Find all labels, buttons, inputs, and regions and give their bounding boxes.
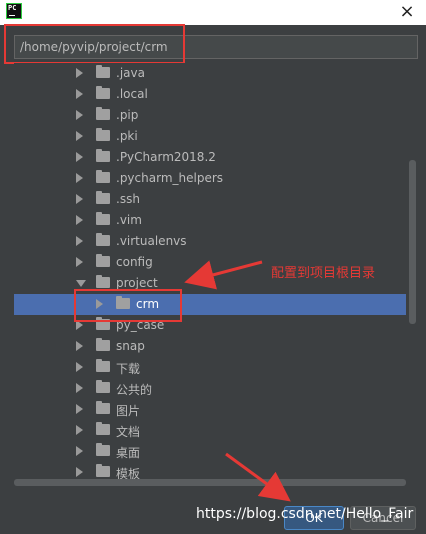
tree-item-label: .PyCharm2018.2 <box>116 150 216 164</box>
folder-icon <box>96 212 110 225</box>
tree-item[interactable]: 下载 <box>14 357 406 378</box>
chevron-right-icon[interactable] <box>76 131 83 141</box>
tree-item[interactable]: .pycharm_helpers <box>14 168 406 189</box>
folder-icon <box>96 380 110 393</box>
tree-item[interactable]: .local <box>14 84 406 105</box>
tree-item-label: .pycharm_helpers <box>116 171 224 185</box>
tree-item-label: .java <box>116 66 145 80</box>
chevron-right-icon[interactable] <box>76 362 83 372</box>
folder-icon <box>96 422 110 435</box>
tree-item-label: snap <box>116 339 145 353</box>
tree-item-label: project <box>116 276 158 290</box>
folder-icon <box>96 86 110 99</box>
chevron-down-icon[interactable] <box>76 280 86 287</box>
tree-item-label: crm <box>136 297 160 311</box>
chevron-right-icon[interactable] <box>76 320 83 330</box>
tree-item-label: py_case <box>116 318 165 332</box>
tree-item-label: 图片 <box>116 404 141 418</box>
chevron-right-icon[interactable] <box>76 236 83 246</box>
chevron-right-icon[interactable] <box>76 152 83 162</box>
annotation-text: 配置到项目根目录 <box>271 266 376 281</box>
folder-icon <box>96 149 110 162</box>
chevron-right-icon[interactable] <box>76 194 83 204</box>
chevron-right-icon[interactable] <box>76 257 83 267</box>
tree-item-label: config <box>116 255 153 269</box>
vertical-scrollbar[interactable] <box>409 160 416 324</box>
tree-item[interactable]: .pip <box>14 105 406 126</box>
tree-item[interactable]: .java <box>14 63 406 84</box>
chevron-right-icon[interactable] <box>96 299 103 309</box>
tree-item-label: .pki <box>116 129 138 143</box>
folder-icon <box>96 254 110 267</box>
path-field[interactable] <box>14 35 418 59</box>
tree-item-label: .pip <box>116 108 139 122</box>
folder-icon <box>96 233 110 246</box>
chevron-right-icon[interactable] <box>76 68 83 78</box>
folder-icon <box>96 317 110 330</box>
cancel-button[interactable]: Cancel <box>350 506 416 530</box>
horizontal-scrollbar[interactable] <box>14 479 406 486</box>
tree-item[interactable]: 文档 <box>14 420 406 441</box>
folder-icon <box>96 65 110 78</box>
tree-item[interactable]: 图片 <box>14 399 406 420</box>
path-input[interactable] <box>15 36 417 58</box>
chevron-right-icon[interactable] <box>76 215 83 225</box>
folder-icon <box>96 464 110 477</box>
folder-icon <box>96 401 110 414</box>
folder-icon <box>96 443 110 456</box>
tree-item-label: .virtualenvs <box>116 234 187 248</box>
chevron-right-icon[interactable] <box>76 173 83 183</box>
tree-item[interactable]: .PyCharm2018.2 <box>14 147 406 168</box>
chevron-right-icon[interactable] <box>76 383 83 393</box>
tree-item[interactable]: crm <box>14 294 406 315</box>
tree-item[interactable]: .pki <box>14 126 406 147</box>
tree-item-label: .ssh <box>116 192 140 206</box>
chevron-right-icon[interactable] <box>76 425 83 435</box>
folder-icon <box>116 296 130 309</box>
folder-icon <box>96 170 110 183</box>
close-icon: × <box>399 1 415 22</box>
folder-icon <box>96 275 110 288</box>
ok-button[interactable]: OK <box>284 506 344 530</box>
tree-item-label: .local <box>116 87 148 101</box>
tree-item-label: .vim <box>116 213 142 227</box>
tree-item[interactable]: 公共的 <box>14 378 406 399</box>
tree-item-label: 下载 <box>116 362 141 376</box>
tree-item[interactable]: 桌面 <box>14 441 406 462</box>
tree-item-label: 文档 <box>116 425 141 439</box>
chevron-right-icon[interactable] <box>76 446 83 456</box>
folder-icon <box>96 191 110 204</box>
tree-item[interactable]: py_case <box>14 315 406 336</box>
tree-item-label: 公共的 <box>116 383 153 397</box>
folder-icon <box>96 359 110 372</box>
app-icon-text: PC <box>8 4 17 12</box>
chevron-right-icon[interactable] <box>76 89 83 99</box>
folder-icon <box>96 107 110 120</box>
chevron-right-icon[interactable] <box>76 467 83 477</box>
close-button[interactable]: × <box>396 1 418 23</box>
tree-item-label: 桌面 <box>116 446 141 460</box>
folder-icon <box>96 338 110 351</box>
chevron-right-icon[interactable] <box>76 404 83 414</box>
tree-item[interactable]: .vim <box>14 210 406 231</box>
folder-icon <box>96 128 110 141</box>
pycharm-logo-icon: PC <box>6 3 22 19</box>
tree-item[interactable]: .ssh <box>14 189 406 210</box>
chevron-right-icon[interactable] <box>76 110 83 120</box>
chevron-right-icon[interactable] <box>76 341 83 351</box>
tree-item[interactable]: snap <box>14 336 406 357</box>
title-bar: PC × <box>0 0 426 25</box>
tree-item[interactable]: .virtualenvs <box>14 231 406 252</box>
